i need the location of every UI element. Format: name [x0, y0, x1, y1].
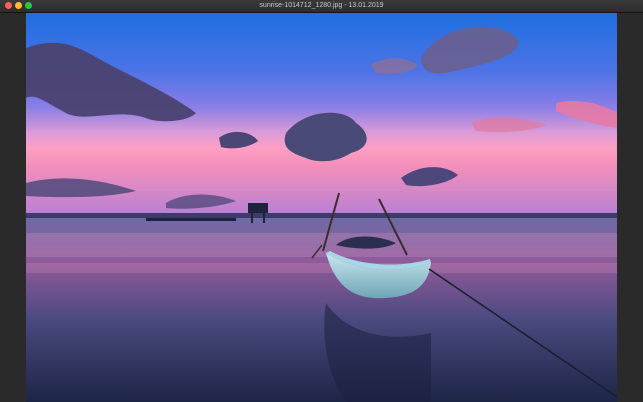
window-title: sunrise-1014712_1280.jpg - 13.01.2019 — [259, 2, 384, 9]
image-viewer[interactable] — [0, 13, 643, 402]
app-window: sunrise-1014712_1280.jpg - 13.01.2019 — [0, 0, 643, 402]
photo-image — [26, 13, 617, 402]
title-bar[interactable]: sunrise-1014712_1280.jpg - 13.01.2019 — [0, 0, 643, 13]
